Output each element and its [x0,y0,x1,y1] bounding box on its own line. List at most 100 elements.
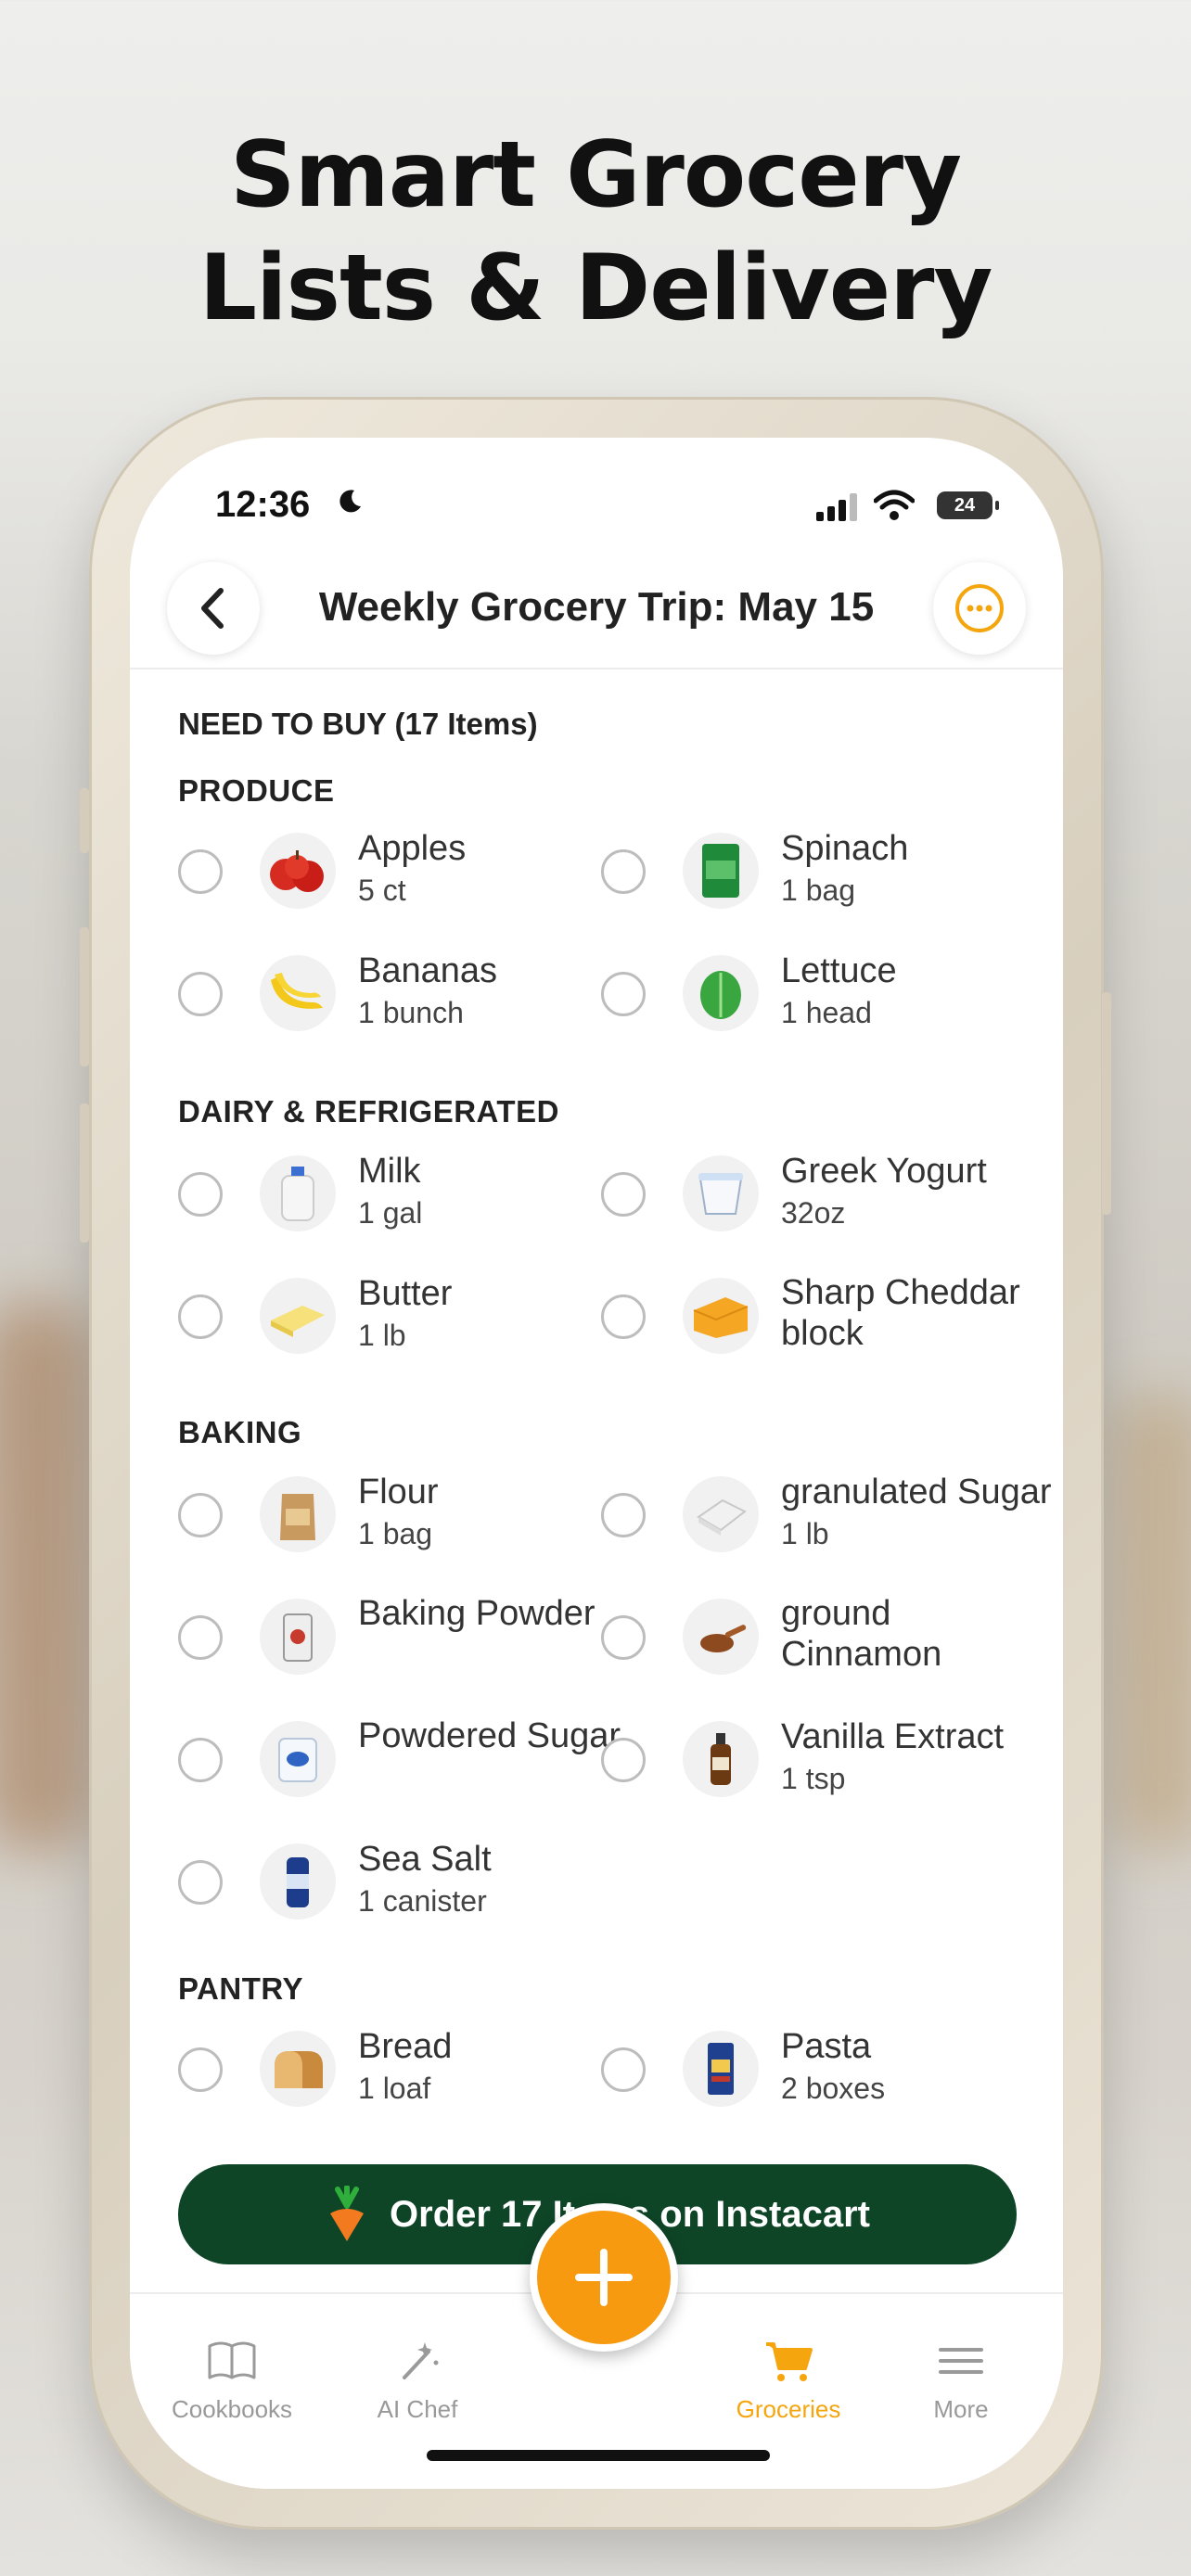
apples-icon [260,833,336,909]
checkbox[interactable] [601,849,646,894]
tab-label: Cookbooks [171,2395,293,2423]
phone-screen: 12:36 24 Weekly Grocery Trip: May 15 NEE… [130,438,1063,2489]
checkbox[interactable] [178,1615,223,1660]
status-bar: 12:36 24 [130,484,1063,540]
carrot-icon [330,2186,365,2241]
item-name: Butter [358,1274,453,1313]
tab-groceries[interactable]: Groceries [714,2339,863,2424]
item-qty: 1 bag [781,874,856,907]
cart-icon [766,2342,813,2381]
item-qty: 1 gal [358,1196,423,1230]
status-time: 12:36 [215,484,311,525]
item-name: Bread [358,2027,453,2066]
book-icon [208,2341,256,2379]
more-options-button[interactable] [933,562,1026,655]
butter-icon [260,1278,336,1354]
item-qty: 1 head [781,996,872,1029]
tab-label: AI Chef [377,2395,458,2423]
list-item[interactable]: Baking Powder [178,1586,605,1678]
pasta-icon [683,2031,759,2107]
page-title: Weekly Grocery Trip: May 15 [318,584,875,630]
item-name: Pasta [781,2027,872,2066]
checkbox[interactable] [178,1493,223,1537]
list-item[interactable]: Powdered Sugar [178,1708,621,1801]
checkbox[interactable] [601,1493,646,1537]
item-qty: 5 ct [358,874,406,907]
list-item[interactable]: Flour 1 bag [178,1463,605,1556]
checkbox[interactable] [601,1294,646,1339]
powdered-sugar-icon [260,1721,336,1797]
phone-side-button [80,1103,89,1243]
checkbox[interactable] [601,1738,646,1782]
item-qty: 1 bag [358,1517,433,1550]
item-qty: 1 lb [781,1517,829,1550]
item-name: Milk [358,1152,421,1191]
wifi-icon [874,490,915,520]
milk-icon [260,1155,336,1231]
cinnamon-icon [683,1599,759,1675]
checkbox[interactable] [601,2047,646,2092]
item-qty: 1 tsp [781,1762,846,1795]
menu-icon [939,2348,983,2374]
item-name: Spinach [781,829,909,868]
list-item[interactable]: ground Cinnamon [601,1586,1028,1678]
plus-icon [575,2249,633,2306]
nav-header: Weekly Grocery Trip: May 15 [130,556,1063,670]
checkbox[interactable] [178,1860,223,1905]
list-item[interactable]: Apples 5 ct [178,820,605,912]
headline-line-1: Smart Grocery [230,122,962,228]
list-item[interactable]: Sea Salt 1 canister [178,1830,605,1923]
headline-line-2: Lists & Delivery [198,236,993,341]
list-item[interactable]: Butter 1 lb [178,1265,605,1358]
add-button[interactable] [530,2203,678,2352]
tab-label: More [933,2395,989,2423]
item-qty: 1 lb [358,1319,406,1352]
item-qty: 1 canister [358,1884,487,1918]
item-name: granulated Sugar [781,1473,1052,1511]
background-blur [1113,1391,1191,1855]
item-qty: 32oz [781,1196,846,1230]
flour-icon [260,1476,336,1552]
phone-side-button [1102,992,1111,1215]
checkbox[interactable] [178,849,223,894]
section-title-baking: BAKING [178,1415,302,1449]
list-item[interactable]: Greek Yogurt 32oz [601,1142,1028,1235]
phone-side-button [80,927,89,1066]
item-name: Apples [358,829,467,868]
list-item[interactable]: Bananas 1 bunch [178,942,605,1035]
list-item[interactable]: granulated Sugar 1 lb [601,1463,1052,1556]
checkbox[interactable] [178,1294,223,1339]
list-item[interactable]: Vanilla Extract 1 tsp [601,1708,1028,1801]
cheese-icon [683,1278,759,1354]
checkbox[interactable] [601,972,646,1016]
signal-icon [816,493,857,521]
list-item[interactable]: Spinach 1 bag [601,820,1028,912]
phone-side-button [80,788,89,853]
item-qty: 2 boxes [781,2072,886,2105]
tab-ai-chef[interactable]: AI Chef [343,2339,492,2424]
section-title-dairy: DAIRY & REFRIGERATED [178,1094,559,1129]
tab-label: Groceries [736,2395,841,2423]
list-item[interactable]: Lettuce 1 head [601,942,1028,1035]
need-to-buy-heading: NEED TO BUY (17 Items) [178,707,538,741]
item-name: Bananas [358,951,498,990]
battery-indicator: 24 [937,491,999,519]
list-item[interactable]: Sharp Cheddar block [601,1265,1028,1358]
list-item[interactable]: Milk 1 gal [178,1142,605,1235]
section-title-produce: PRODUCE [178,773,335,808]
checkbox[interactable] [178,972,223,1016]
checkbox[interactable] [601,1172,646,1217]
tab-cookbooks[interactable]: Cookbooks [158,2339,306,2424]
salt-icon [260,1843,336,1919]
checkbox[interactable] [178,1172,223,1217]
baking-powder-icon [260,1599,336,1675]
list-item[interactable]: Bread 1 loaf [178,2018,605,2111]
checkbox[interactable] [178,2047,223,2092]
item-name: Sharp Cheddar block [781,1273,1020,1353]
item-name: Vanilla Extract [781,1717,1005,1756]
spinach-icon [683,833,759,909]
checkbox[interactable] [178,1738,223,1782]
tab-more[interactable]: More [887,2339,1035,2424]
list-item[interactable]: Pasta 2 boxes [601,2018,1028,2111]
checkbox[interactable] [601,1615,646,1660]
